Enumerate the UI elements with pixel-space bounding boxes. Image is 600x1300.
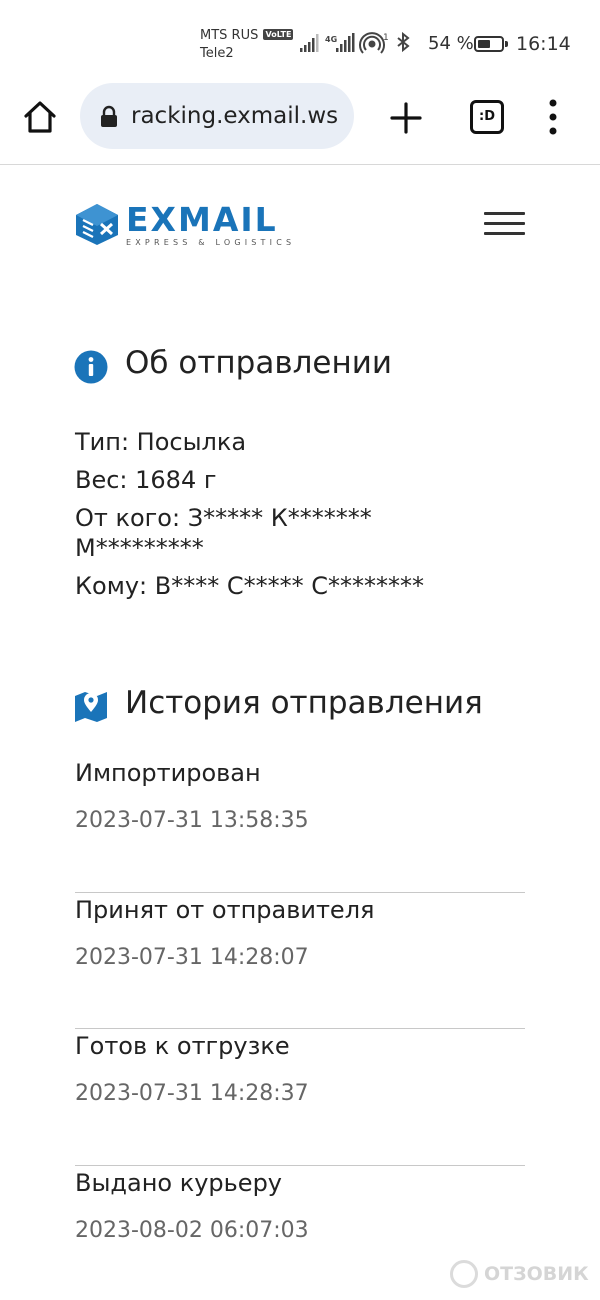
info-icon (74, 350, 108, 384)
logo-wordmark: EXMAIL (126, 200, 278, 239)
logo-subtitle: EXPRESS & LOGISTICS (126, 238, 296, 247)
otzovik-watermark: ОТЗОВИК (450, 1258, 595, 1292)
history-status: Импортирован (75, 759, 261, 787)
carrier-name-1: MTS RUS (200, 28, 259, 43)
shipment-recipient: Кому: В**** С***** С******** (75, 572, 424, 600)
volte-badge: VoLTE (263, 29, 294, 40)
url-text: racking.exmail.ws (131, 103, 339, 129)
section-title-text: Об отправлении (125, 345, 393, 381)
sender-line-2: М********* (75, 534, 204, 562)
sender-line-1: От кого: З***** К******* (75, 504, 372, 532)
exmail-logo[interactable]: EXMAIL EXPRESS & LOGISTICS (74, 200, 314, 252)
history-date: 2023-07-31 13:58:35 (75, 808, 309, 833)
carrier-name-2: Tele2 (200, 46, 234, 61)
carrier-info: MTS RUS VoLTE Tele2 (200, 27, 294, 63)
map-pin-icon (75, 692, 107, 722)
history-status: Принят от отправителя (75, 895, 375, 924)
history-list: Импортирован 2023-07-31 13:58:35 Принят … (75, 756, 525, 1300)
hotspot-icon (359, 32, 385, 54)
tab-switcher-button[interactable]: :D (470, 100, 504, 134)
signal-strength-2-icon (336, 33, 355, 52)
watermark-logo-icon (450, 1260, 478, 1288)
hamburger-menu-icon[interactable] (484, 212, 526, 240)
more-vert-icon[interactable] (543, 97, 563, 137)
history-item: Импортирован 2023-07-31 13:58:35 (75, 756, 525, 893)
plus-icon[interactable] (388, 100, 424, 136)
history-date: 2023-07-31 14:28:37 (75, 1081, 309, 1106)
battery-percent: 54 % (428, 33, 474, 54)
shipment-details: Тип: Посылка Вес: 1684 г От кого: З*****… (75, 423, 535, 605)
battery-icon (474, 36, 504, 52)
logo-cube-icon (76, 204, 118, 245)
browser-toolbar: racking.exmail.ws :D (0, 70, 600, 165)
network-type-label: 4G (325, 35, 337, 44)
watermark-text: ОТЗОВИК (484, 1263, 589, 1285)
history-status: Выдано курьеру (75, 1168, 282, 1197)
shipment-weight: Вес: 1684 г (75, 466, 217, 494)
history-status: Готов к отгрузке (75, 1032, 290, 1060)
history-date: 2023-08-02 06:07:03 (75, 1217, 309, 1243)
signal-icons: 4G 1 (300, 32, 410, 54)
status-bar: MTS RUS VoLTE Tele2 4G 1 54 % 16:14 (0, 0, 600, 70)
section-title-text: История отправления (125, 685, 483, 721)
history-date: 2023-07-31 14:28:07 (75, 944, 309, 970)
history-item: Готов к отгрузке 2023-07-31 14:28:37 (75, 1029, 525, 1166)
sim-index-label: 1 (383, 33, 389, 43)
home-icon[interactable] (20, 97, 60, 137)
shipment-type: Тип: Посылка (75, 428, 247, 456)
address-bar[interactable]: racking.exmail.ws (80, 83, 354, 149)
lock-icon (101, 105, 117, 127)
clock: 16:14 (516, 33, 571, 55)
bluetooth-icon (397, 32, 410, 53)
history-item: Принят от отправителя 2023-07-31 14:28:0… (75, 893, 525, 1029)
shipment-sender: От кого: З***** К******* М********* (75, 499, 535, 567)
signal-strength-icon (300, 34, 319, 52)
